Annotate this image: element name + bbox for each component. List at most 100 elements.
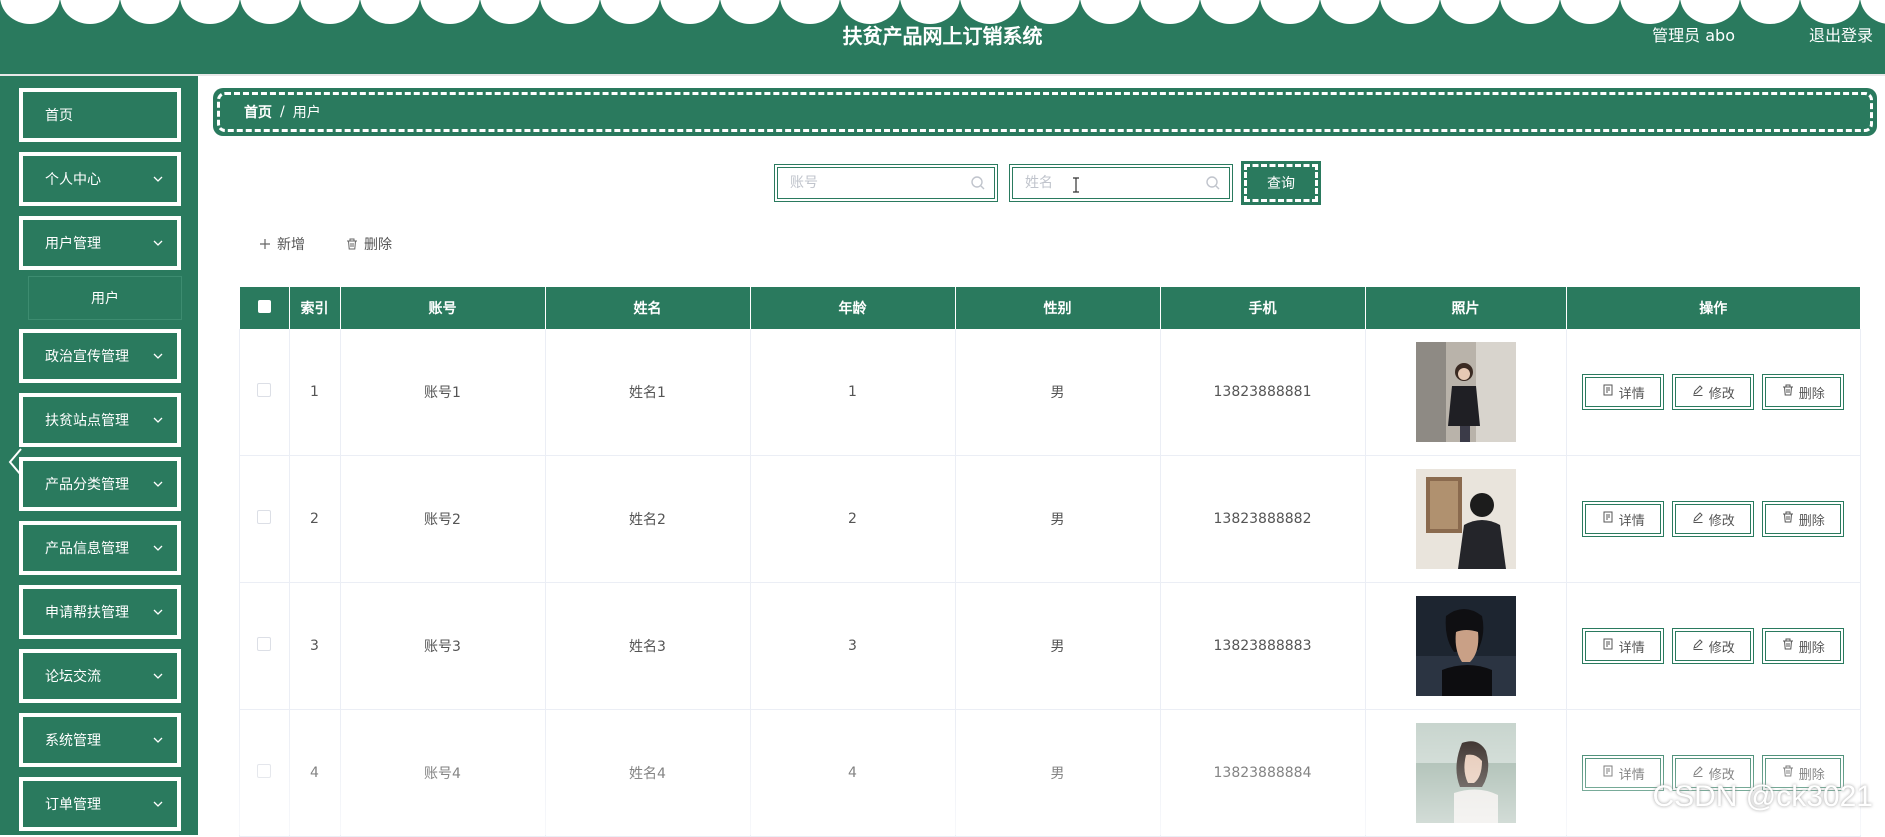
chevron-down-icon [151, 481, 165, 487]
detail-label: 详情 [1618, 513, 1645, 529]
column-header[interactable]: 性别 [955, 287, 1161, 329]
watermark: CSDN @ck3021 [1652, 780, 1873, 813]
delete-label: 删除 [1798, 640, 1825, 656]
app-title: 扶贫产品网上订销系统 [842, 24, 1043, 48]
pencil-icon [1692, 384, 1704, 400]
query-button[interactable]: 查询 [1241, 161, 1321, 205]
delete-label: 删除 [1798, 513, 1825, 529]
detail-button[interactable]: 详情 [1582, 628, 1665, 664]
name-cell: 姓名4 [545, 709, 751, 837]
edit-button[interactable]: 修改 [1672, 628, 1755, 664]
select-all-checkbox[interactable] [257, 299, 271, 313]
logout-button[interactable]: 退出登录 [1809, 22, 1873, 46]
column-header[interactable]: 照片 [1365, 287, 1567, 329]
chevron-down-icon [151, 609, 165, 615]
bulk-delete-button[interactable]: 删除 [346, 234, 392, 254]
sidebar-item[interactable]: 个人中心 [19, 152, 181, 206]
chevron-down-icon [151, 801, 165, 807]
chevron-down-icon [151, 240, 165, 246]
column-header[interactable]: 索引 [289, 287, 341, 329]
sidebar-item[interactable]: 系统管理 [19, 713, 181, 767]
name-search-input[interactable] [1013, 167, 1205, 199]
document-icon [1602, 638, 1614, 654]
table-row: 4 账号4 姓名4 4 男 13823888884 详情 修改 删除 [239, 709, 1861, 837]
document-icon [1602, 384, 1614, 400]
age-cell: 2 [750, 455, 956, 583]
sidebar-subitem-user[interactable]: 用户 [28, 276, 182, 320]
column-header[interactable]: 年龄 [750, 287, 956, 329]
column-header: 操作 [1566, 287, 1861, 329]
phone-cell: 13823888881 [1160, 329, 1366, 456]
sidebar-item[interactable]: 用户管理 [19, 216, 181, 270]
chevron-down-icon [151, 673, 165, 679]
row-checkbox[interactable] [257, 637, 272, 651]
column-header[interactable]: 姓名 [545, 287, 751, 329]
chevron-down-icon [151, 737, 165, 743]
row-checkbox[interactable] [257, 510, 272, 524]
sidebar-item[interactable]: 产品信息管理 [19, 521, 181, 575]
trash-icon [1782, 384, 1794, 400]
top-header: 扶贫产品网上订销系统 管理员 abo 退出登录 [0, 0, 1885, 74]
edit-label: 修改 [1708, 513, 1735, 529]
chevron-down-icon [151, 417, 165, 423]
operation-cell: 详情 修改 删除 [1566, 709, 1861, 837]
row-checkbox[interactable] [257, 764, 272, 778]
table-row: 3 账号3 姓名3 3 男 13823888883 详情 修改 删除 [239, 582, 1861, 710]
sidebar-subitem-label: 用户 [91, 291, 119, 307]
sidebar-item[interactable]: 论坛交流 [19, 649, 181, 703]
account-cell: 账号3 [340, 582, 546, 710]
delete-button[interactable]: 删除 [1762, 501, 1845, 537]
detail-label: 详情 [1618, 767, 1645, 783]
edit-button[interactable]: 修改 [1672, 374, 1755, 410]
sidebar-item[interactable]: 申请帮扶管理 [19, 585, 181, 639]
row-checkbox[interactable] [257, 383, 272, 397]
trash-icon [1782, 638, 1794, 654]
sidebar-item[interactable]: 订单管理 [19, 777, 181, 831]
delete-button[interactable]: 删除 [1762, 374, 1845, 410]
sidebar-item-label: 首页 [45, 108, 73, 124]
sidebar-item[interactable]: 扶贫站点管理 [19, 393, 181, 447]
add-button[interactable]: 新增 [259, 234, 305, 254]
phone-cell: 13823888883 [1160, 582, 1366, 710]
breadcrumb-home[interactable]: 首页 [244, 102, 272, 122]
operation-cell: 详情 修改 删除 [1566, 329, 1861, 456]
sidebar-item[interactable]: 产品分类管理 [19, 457, 181, 511]
photo-cell [1365, 329, 1567, 456]
edit-button[interactable]: 修改 [1672, 501, 1755, 537]
collapse-sidebar-icon[interactable] [6, 446, 26, 478]
trash-icon [1782, 765, 1794, 781]
sidebar-item[interactable]: 首页 [19, 88, 181, 142]
breadcrumb: 首页 / 用户 [213, 88, 1877, 136]
user-photo[interactable] [1415, 723, 1516, 823]
delete-label: 删除 [1798, 386, 1825, 402]
photo-cell [1365, 709, 1567, 837]
edit-label: 修改 [1708, 386, 1735, 402]
search-icon [1206, 176, 1220, 190]
column-header[interactable]: 账号 [340, 287, 546, 329]
index-cell: 2 [289, 455, 341, 583]
row-select-cell [239, 709, 290, 837]
gender-cell: 男 [955, 582, 1161, 710]
sidebar-item-label: 个人中心 [45, 172, 101, 188]
detail-button[interactable]: 详情 [1582, 501, 1665, 537]
name-cell: 姓名3 [545, 582, 751, 710]
document-icon [1602, 511, 1614, 527]
name-search-field [1009, 164, 1233, 202]
operation-cell: 详情 修改 删除 [1566, 455, 1861, 583]
search-icon [971, 176, 985, 190]
sidebar-item-label: 系统管理 [45, 733, 101, 749]
account-cell: 账号1 [340, 329, 546, 456]
detail-button[interactable]: 详情 [1582, 374, 1665, 410]
name-cell: 姓名1 [545, 329, 751, 456]
phone-cell: 13823888884 [1160, 709, 1366, 837]
delete-button[interactable]: 删除 [1762, 628, 1845, 664]
account-search-input[interactable] [778, 167, 970, 199]
text-cursor-icon [1073, 177, 1079, 193]
column-header[interactable]: 手机 [1160, 287, 1366, 329]
user-photo[interactable] [1415, 469, 1516, 569]
user-photo[interactable] [1415, 596, 1516, 696]
user-photo[interactable] [1415, 342, 1516, 442]
operation-cell: 详情 修改 删除 [1566, 582, 1861, 710]
index-cell: 3 [289, 582, 341, 710]
sidebar-item[interactable]: 政治宣传管理 [19, 329, 181, 383]
